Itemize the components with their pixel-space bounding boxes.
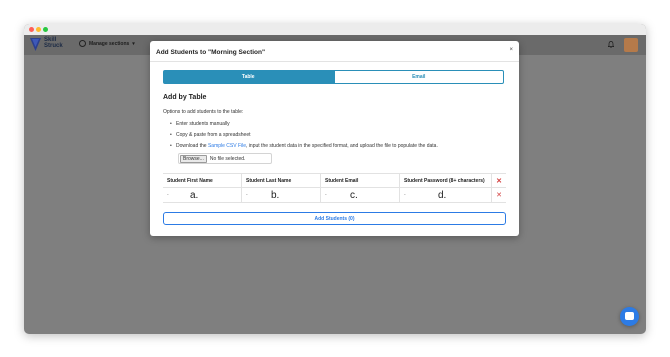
list-item: Copy & paste from a spreadsheet bbox=[170, 132, 438, 143]
cell bbox=[321, 188, 400, 202]
column-header: Student Password (8+ characters) bbox=[400, 174, 492, 187]
list-item: Enter students manually bbox=[170, 121, 438, 132]
options-intro: Options to add students to the table: bbox=[163, 109, 244, 115]
tab-email[interactable]: Email bbox=[333, 70, 504, 84]
manage-sections-label: Manage sections bbox=[89, 40, 130, 47]
mode-tabs: Table Email bbox=[163, 70, 504, 84]
table-header: Student First Name Student Last Name Stu… bbox=[163, 173, 506, 188]
last-name-input[interactable] bbox=[246, 192, 320, 198]
annotation-label: a. bbox=[190, 190, 199, 201]
password-input[interactable] bbox=[404, 192, 491, 198]
brand-name: Skill Struck bbox=[44, 37, 63, 49]
column-header: Student Email bbox=[321, 174, 400, 187]
zoom-window-button[interactable] bbox=[43, 27, 48, 32]
cell bbox=[163, 188, 242, 202]
manage-sections-menu[interactable]: Manage sections ▾ bbox=[79, 40, 135, 47]
tab-table[interactable]: Table bbox=[163, 70, 334, 84]
remove-all-icon[interactable]: ✕ bbox=[492, 174, 506, 187]
file-status: No file selected. bbox=[209, 155, 246, 162]
column-header: Student Last Name bbox=[242, 174, 321, 187]
avatar[interactable] bbox=[624, 38, 638, 52]
add-students-button[interactable]: Add Students (0) bbox=[163, 212, 506, 225]
column-header: Student First Name bbox=[163, 174, 242, 187]
chevron-down-icon: ▾ bbox=[132, 40, 135, 47]
minimize-window-button[interactable] bbox=[36, 27, 41, 32]
students-table: Student First Name Student Last Name Stu… bbox=[163, 173, 506, 203]
remove-row-icon[interactable]: ✕ bbox=[492, 188, 506, 202]
sample-csv-link[interactable]: Sample CSV File bbox=[208, 143, 246, 149]
cell bbox=[242, 188, 321, 202]
close-icon[interactable]: × bbox=[509, 47, 513, 53]
file-upload: Browse... No file selected. bbox=[178, 153, 272, 164]
email-input[interactable] bbox=[325, 192, 399, 198]
annotation-label: d. bbox=[438, 190, 447, 201]
divider bbox=[150, 61, 519, 62]
browse-button[interactable]: Browse... bbox=[180, 154, 207, 163]
skillstruck-logo-icon[interactable] bbox=[30, 38, 41, 51]
first-name-input[interactable] bbox=[167, 192, 241, 198]
download-suffix: , input the student data in the specifie… bbox=[246, 143, 438, 149]
add-students-modal: Add Students to "Morning Section" × Tabl… bbox=[150, 41, 519, 236]
chat-icon[interactable] bbox=[620, 307, 639, 326]
close-window-button[interactable] bbox=[29, 27, 34, 32]
bell-icon[interactable] bbox=[608, 41, 614, 48]
options-list: Enter students manually Copy & paste fro… bbox=[170, 121, 438, 154]
download-prefix: Download the bbox=[176, 143, 208, 149]
modal-title: Add Students to "Morning Section" bbox=[156, 49, 266, 56]
table-row: ✕ a. b. c. d. bbox=[163, 188, 506, 203]
title-bar bbox=[24, 24, 646, 35]
section-heading: Add by Table bbox=[163, 94, 207, 101]
clock-icon bbox=[79, 40, 86, 47]
annotation-label: c. bbox=[350, 190, 358, 201]
annotation-label: b. bbox=[271, 190, 280, 201]
